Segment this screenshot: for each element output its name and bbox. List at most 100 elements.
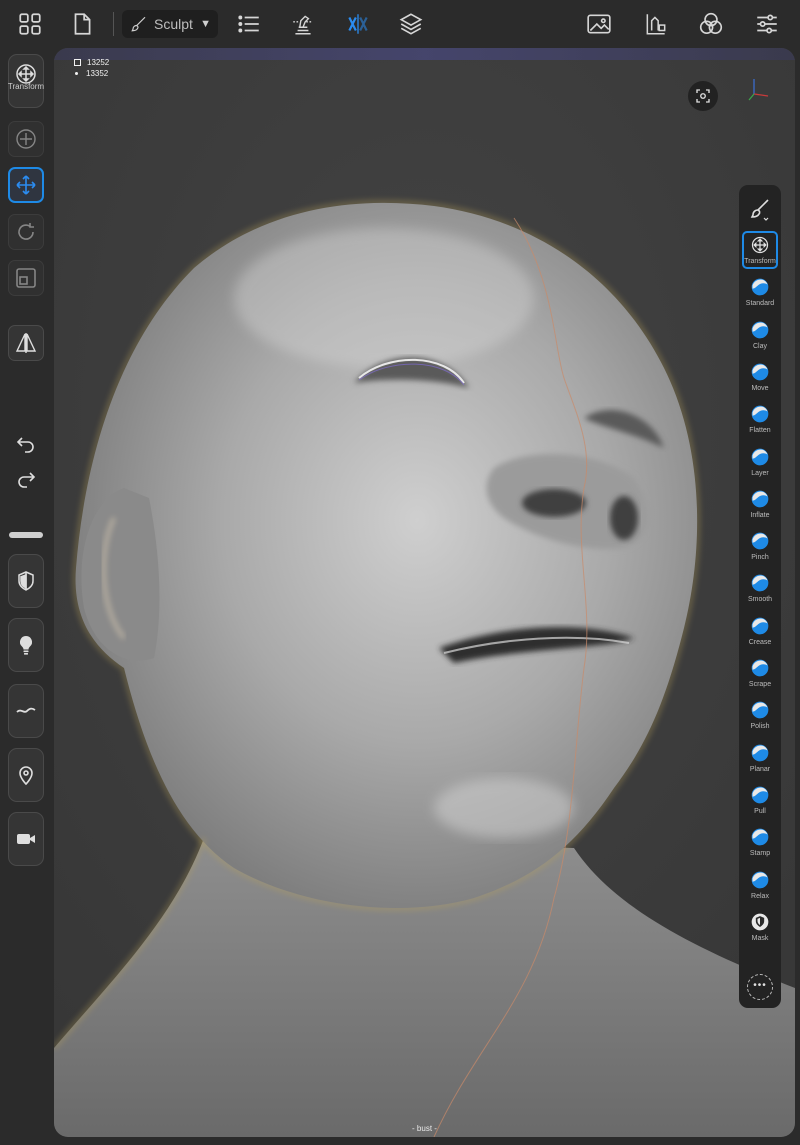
settings-sliders-icon[interactable] — [749, 6, 785, 42]
file-icon[interactable] — [64, 6, 100, 42]
lightbulb-icon — [19, 635, 33, 655]
brush-icon — [130, 15, 148, 33]
scrape-brush-icon — [750, 658, 770, 678]
tool-label: Stamp — [749, 850, 771, 858]
tool-label: Pinch — [751, 554, 769, 562]
axis-gizmo-icon[interactable] — [746, 76, 772, 102]
gizmo-icon — [16, 129, 36, 149]
polish-brush-icon — [750, 700, 770, 720]
tool-layer[interactable]: Layer — [742, 443, 778, 481]
scale-button[interactable] — [8, 260, 44, 296]
mesh-stats: 13252 13352 — [74, 57, 109, 79]
pinch-brush-icon — [750, 531, 770, 551]
brush-picker-button[interactable] — [739, 191, 781, 227]
scale-icon — [16, 268, 36, 288]
relax-brush-icon — [750, 870, 770, 890]
tool-inflate[interactable]: Inflate — [742, 485, 778, 523]
mask-brush-icon — [750, 912, 770, 932]
tool-crease[interactable]: Crease — [742, 612, 778, 650]
tool-label: Mask — [751, 934, 769, 942]
tool-smooth[interactable]: Smooth — [742, 569, 778, 607]
flatten-brush-icon — [750, 404, 770, 424]
video-camera-icon — [17, 834, 35, 844]
background-image-icon[interactable] — [581, 6, 617, 42]
mode-select[interactable]: Sculpt ▼ — [122, 10, 218, 38]
more-tools-button[interactable]: ••• — [747, 974, 773, 1000]
undo-icon — [16, 437, 34, 453]
tool-stamp[interactable]: Stamp — [742, 823, 778, 861]
radius-slider-handle[interactable] — [9, 532, 43, 538]
tool-label: Crease — [748, 638, 772, 646]
faces-icon — [74, 59, 81, 66]
wave-icon — [16, 707, 36, 713]
inflate-brush-icon — [750, 489, 770, 509]
crease-brush-icon — [750, 616, 770, 636]
tool-clay[interactable]: Clay — [742, 316, 778, 354]
tool-label: Standard — [745, 300, 775, 308]
tool-mask[interactable]: Mask — [742, 908, 778, 946]
rotate-button[interactable] — [8, 214, 44, 250]
mirror-icon — [15, 333, 37, 353]
tool-flatten[interactable]: Flatten — [742, 400, 778, 438]
tool-label: Smooth — [747, 596, 773, 604]
tool-label: Layer — [751, 469, 769, 477]
sculpt-viewport[interactable]: 13252 13352 - bust - — [54, 48, 795, 1137]
location-pin-icon — [19, 766, 33, 786]
tool-transform[interactable]: Transform — [742, 231, 778, 269]
brush-palette: Transform Standard Clay Move Flatten Layer Inf… — [739, 185, 781, 1008]
tool-label: Polish — [750, 723, 770, 731]
tool-label: Pull — [754, 807, 766, 815]
vertices-icon — [75, 72, 78, 75]
tool-label: Transform — [744, 258, 776, 265]
layer-brush-icon — [750, 447, 770, 467]
symmetry-icon[interactable] — [340, 6, 376, 42]
clay-brush-icon — [750, 320, 770, 340]
redo-button[interactable] — [8, 465, 44, 495]
material-icon[interactable] — [638, 6, 674, 42]
brush-icon — [750, 199, 769, 221]
focus-frame-icon — [696, 89, 710, 103]
tool-planar[interactable]: Planar — [742, 739, 778, 777]
tool-label: Clay — [752, 342, 767, 350]
camera-button[interactable] — [8, 812, 44, 866]
tool-label: Planar — [749, 765, 771, 773]
toolbar-separator — [113, 12, 114, 36]
face-count: 13252 — [87, 58, 110, 67]
tool-pull[interactable]: Pull — [742, 781, 778, 819]
color-channels-icon[interactable] — [693, 6, 729, 42]
layers-icon[interactable] — [393, 6, 429, 42]
mask-toggle-button[interactable] — [8, 554, 44, 608]
translate-button[interactable] — [8, 167, 44, 203]
pin-button[interactable] — [8, 748, 44, 802]
stroke-curve-button[interactable] — [8, 684, 44, 738]
smooth-brush-icon — [750, 573, 770, 593]
tool-standard[interactable]: Standard — [742, 273, 778, 311]
transform-gizmo-button[interactable] — [8, 54, 44, 108]
tool-label: Move — [751, 384, 769, 392]
light-button[interactable] — [8, 618, 44, 672]
tool-label: Relax — [751, 892, 769, 900]
transform-brush-icon — [750, 235, 770, 255]
tool-pinch[interactable]: Pinch — [742, 527, 778, 565]
undo-button[interactable] — [8, 430, 44, 460]
frame-camera-button[interactable] — [688, 81, 718, 111]
pull-brush-icon — [750, 785, 770, 805]
list-icon[interactable] — [231, 6, 267, 42]
move-gizmo-button[interactable] — [8, 121, 44, 157]
viewport-top-gradient — [54, 48, 795, 60]
tool-label: Inflate — [750, 511, 770, 519]
mode-label: Sculpt — [154, 16, 193, 32]
tool-scrape[interactable]: Scrape — [742, 654, 778, 692]
topology-icon[interactable] — [285, 6, 321, 42]
mesh-name-label: - bust - — [412, 1124, 437, 1133]
grid-icon[interactable] — [12, 6, 48, 42]
tool-move[interactable]: Move — [742, 358, 778, 396]
symmetry-plane-button[interactable] — [8, 325, 44, 361]
move-arrows-icon — [16, 175, 36, 195]
tool-polish[interactable]: Polish — [742, 696, 778, 734]
tool-label: Flatten — [749, 427, 771, 435]
tool-relax[interactable]: Relax — [742, 866, 778, 904]
move-brush-icon — [750, 362, 770, 382]
chevron-down-icon: ▼ — [200, 18, 211, 30]
tool-label: Scrape — [748, 681, 772, 688]
